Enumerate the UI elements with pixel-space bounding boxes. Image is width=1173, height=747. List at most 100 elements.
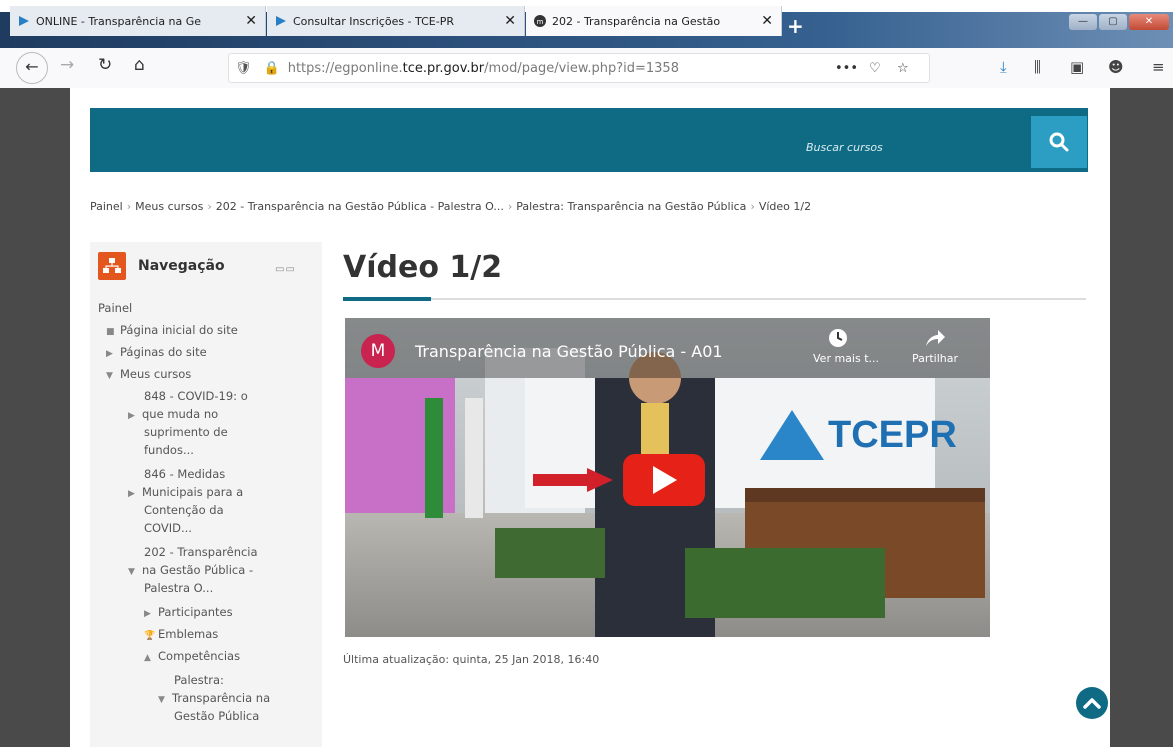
watch-later-label: Ver mais t... bbox=[813, 352, 879, 365]
address-bar[interactable]: 🛡 🔒 https://egponline.tce.pr.gov.br/mod/… bbox=[228, 53, 930, 83]
tce-logo-text: TCEPR bbox=[828, 413, 957, 456]
trophy-icon: 🏆 bbox=[144, 631, 156, 641]
channel-avatar[interactable]: M bbox=[361, 334, 395, 368]
close-tab-icon[interactable]: ✕ bbox=[761, 13, 773, 29]
expand-icon: ▶ bbox=[128, 411, 135, 421]
minimize-button[interactable]: — bbox=[1069, 14, 1097, 30]
library-icon[interactable]: ⫼ bbox=[1034, 58, 1041, 76]
shield-icon[interactable]: 🛡 bbox=[235, 61, 252, 76]
breadcrumb-current: Vídeo 1/2 bbox=[758, 200, 812, 213]
share-arrow-icon bbox=[926, 330, 945, 346]
play-button[interactable] bbox=[623, 454, 705, 506]
navigation-title: Navegação bbox=[138, 258, 225, 274]
collapse-icon: ▼ bbox=[106, 371, 113, 381]
bullet-icon: ■ bbox=[106, 327, 115, 337]
nav-item-pagina-inicial[interactable]: ■ Página inicial do site bbox=[106, 322, 238, 340]
page-margin-right bbox=[1110, 88, 1173, 747]
tab-label: 202 - Transparência na Gestão bbox=[552, 14, 721, 28]
chevron-up-icon bbox=[1083, 698, 1101, 709]
collapse-icon: ▼ bbox=[158, 695, 165, 705]
nav-palestra-line2[interactable]: ▼ Transparência na bbox=[158, 690, 270, 708]
navigation-block: Navegação ▭▭ Painel ■ Página inicial do s… bbox=[90, 242, 322, 747]
nav-course-848-line1[interactable]: 848 - COVID-19: o bbox=[144, 388, 248, 404]
share-label: Partilhar bbox=[911, 352, 959, 365]
tab-consultar[interactable]: Consultar Inscrições - TCE-PR ✕ bbox=[267, 6, 525, 36]
video-player[interactable]: M Transparência na Gestão Pública - A01 … bbox=[345, 318, 990, 637]
lock-icon[interactable]: 🔒 bbox=[264, 61, 280, 76]
nav-course-846-line2[interactable]: ▶ Municipais para a bbox=[128, 484, 243, 502]
nav-course-846-line1[interactable]: 846 - Medidas bbox=[144, 466, 225, 482]
expand-icon: ▶ bbox=[106, 349, 113, 359]
svg-text:m: m bbox=[537, 18, 544, 26]
sitemap-icon bbox=[98, 252, 126, 280]
home-icon[interactable]: ⌂ bbox=[134, 55, 145, 75]
window-controls: — ▢ ✕ bbox=[1069, 14, 1169, 30]
tab-active[interactable]: m 202 - Transparência na Gestão ✕ bbox=[526, 6, 782, 36]
expand-icon: ▶ bbox=[144, 609, 151, 619]
favicon-icon bbox=[19, 16, 29, 26]
breadcrumb-item[interactable]: Meus cursos bbox=[135, 200, 203, 213]
clock-icon bbox=[829, 329, 847, 347]
tab-label: ONLINE - Transparência na Ge bbox=[36, 14, 202, 28]
bookmark-star-icon[interactable]: ☆ bbox=[897, 61, 909, 76]
back-to-top-button[interactable] bbox=[1076, 687, 1108, 719]
share-control[interactable]: Partilhar bbox=[905, 328, 965, 365]
nav-course-848-line2[interactable]: ▶ que muda no bbox=[128, 406, 218, 424]
block-controls-icon[interactable]: ▭▭ bbox=[275, 264, 296, 275]
site-header bbox=[90, 108, 1088, 172]
menu-icon[interactable]: ≡ bbox=[1152, 58, 1165, 76]
close-tab-icon[interactable]: ✕ bbox=[245, 13, 257, 29]
back-arrow-icon[interactable]: ← bbox=[16, 52, 48, 84]
new-tab-button[interactable]: + bbox=[787, 14, 804, 38]
page-actions-icon[interactable]: ••• bbox=[835, 61, 858, 76]
sidebar-icon[interactable]: ▣ bbox=[1070, 58, 1084, 76]
navigation-block-header: Navegação bbox=[98, 252, 225, 280]
nav-course-202-line3[interactable]: Palestra O... bbox=[144, 580, 213, 596]
breadcrumb-item[interactable]: Palestra: Transparência na Gestão Públic… bbox=[516, 200, 746, 213]
video-title[interactable]: Transparência na Gestão Pública - A01 bbox=[415, 342, 723, 361]
search-input[interactable]: Buscar cursos bbox=[806, 141, 883, 154]
pocket-icon[interactable]: ♡ bbox=[869, 61, 881, 76]
play-icon bbox=[653, 466, 677, 494]
account-icon[interactable]: ☻ bbox=[1108, 58, 1124, 76]
nav-course-846-line4[interactable]: COVID... bbox=[144, 520, 192, 536]
tab-online[interactable]: ONLINE - Transparência na Ge ✕ bbox=[10, 6, 266, 36]
title-divider bbox=[343, 298, 1086, 300]
nav-palestra-line1[interactable]: Palestra: bbox=[174, 672, 224, 688]
search-icon bbox=[1049, 132, 1069, 152]
download-icon[interactable]: ⤓ bbox=[1000, 58, 1007, 76]
url-path: /mod/page/view.php?id=1358 bbox=[484, 60, 679, 76]
nav-course-202-line2[interactable]: ▼ na Gestão Pública - bbox=[128, 562, 253, 580]
favicon-icon bbox=[276, 16, 286, 26]
page-title: Vídeo 1/2 bbox=[343, 250, 503, 285]
nav-item-competencias[interactable]: ▲ Competências bbox=[144, 648, 240, 666]
maximize-button[interactable]: ▢ bbox=[1099, 14, 1127, 30]
page-margin-left bbox=[0, 88, 70, 747]
nav-item-paginas-site[interactable]: ▶ Páginas do site bbox=[106, 344, 207, 362]
breadcrumb-item[interactable]: 202 - Transparência na Gestão Pública - … bbox=[216, 200, 504, 213]
close-tab-icon[interactable]: ✕ bbox=[504, 13, 516, 29]
breadcrumb: Painel › Meus cursos › 202 - Transparência n… bbox=[90, 200, 812, 213]
nav-palestra-line3[interactable]: Gestão Pública bbox=[174, 708, 259, 724]
forward-arrow-icon[interactable]: → bbox=[60, 55, 74, 75]
search-button[interactable] bbox=[1031, 116, 1087, 168]
nav-course-848-line4[interactable]: fundos... bbox=[144, 442, 194, 458]
reload-icon[interactable]: ↻ bbox=[98, 55, 112, 75]
watch-later-control[interactable]: Ver mais t... bbox=[813, 328, 879, 365]
tab-label: Consultar Inscrições - TCE-PR bbox=[293, 14, 454, 28]
nav-course-202-line1[interactable]: 202 - Transparência bbox=[144, 544, 258, 560]
collapse-icon: ▼ bbox=[128, 567, 135, 577]
nav-item-painel[interactable]: Painel bbox=[98, 300, 132, 316]
nav-item-participantes[interactable]: ▶ Participantes bbox=[144, 604, 233, 622]
nav-item-emblemas[interactable]: 🏆 Emblemas bbox=[144, 626, 218, 644]
moodle-favicon-icon: m bbox=[534, 15, 546, 27]
close-window-button[interactable]: ✕ bbox=[1129, 14, 1169, 30]
nav-course-848-line3[interactable]: suprimento de bbox=[144, 424, 228, 440]
red-arrow-icon bbox=[533, 468, 613, 492]
breadcrumb-item[interactable]: Painel bbox=[90, 200, 123, 213]
nav-course-846-line3[interactable]: Contenção da bbox=[144, 502, 224, 518]
tce-logo-icon bbox=[760, 410, 824, 460]
expand-icon: ▶ bbox=[128, 489, 135, 499]
url-domain: tce.pr.gov.br bbox=[402, 60, 485, 76]
nav-item-meus-cursos[interactable]: ▼ Meus cursos bbox=[106, 366, 191, 384]
